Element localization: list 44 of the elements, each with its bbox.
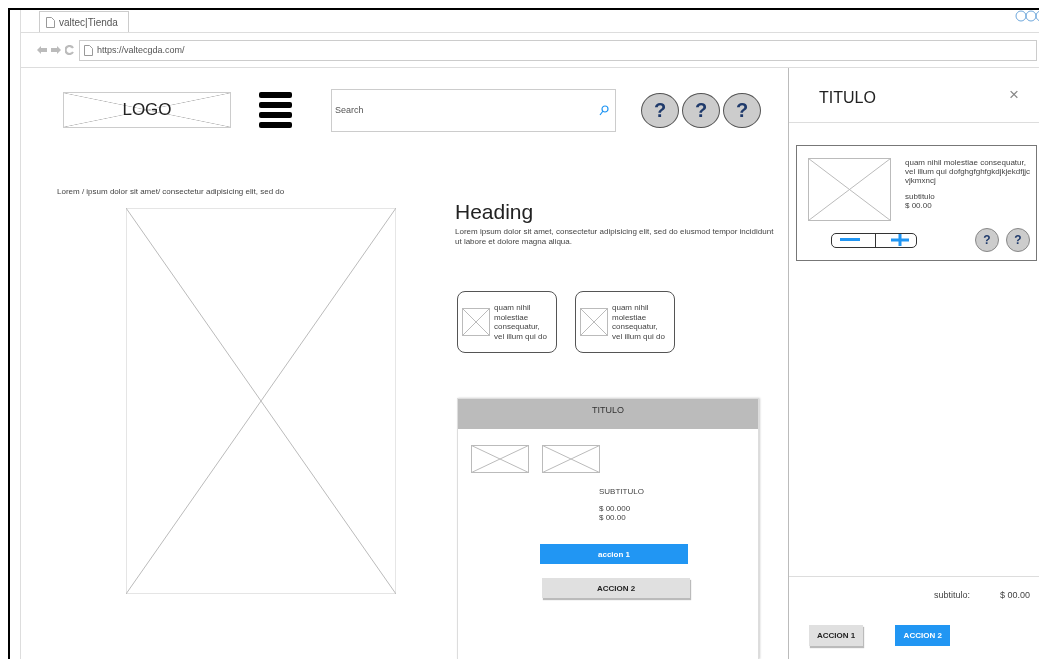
menu-icon[interactable] [259, 91, 292, 129]
intro-text: Lorem / ipsum dolor sit amet/ consectetur adipisicing elit, sed do [57, 187, 286, 196]
address-field[interactable]: https://valtecgda.com/ [79, 39, 1037, 61]
plus-icon[interactable] [890, 234, 909, 246]
help-button[interactable]: ? [1006, 228, 1030, 252]
action-button[interactable]: ACCION 2 [542, 578, 690, 599]
card-text: quam nihil molestiae consequatur, vel illum qui do [494, 303, 548, 342]
item-subtitle: subtitulo [905, 191, 936, 201]
search-field[interactable]: Search [331, 88, 616, 132]
image-placeholder [471, 445, 529, 474]
mini-card[interactable]: quam nihil molestiae consequatur, vel illum qui do [457, 291, 557, 354]
browser-tab[interactable]: valtec|Tienda [39, 11, 129, 32]
window-controls-icon[interactable] [1015, 10, 1039, 22]
drawer-title: TITULO [819, 89, 876, 107]
total-value: $ 00.00 [999, 590, 1030, 600]
image-placeholder [462, 308, 490, 337]
total-label: subtitulo: [933, 590, 970, 600]
item-price: $ 00.00 [905, 200, 933, 210]
paragraph: Lorem ipsum dolor sit amet, consectetur adipisicing elit, sed do eiusmod tempor incididunt ut labore et dolore magna aliqua. [455, 227, 775, 247]
image-placeholder [542, 445, 600, 474]
panel-title: TITULO [592, 405, 624, 418]
close-button[interactable]: × [1009, 85, 1019, 105]
price: $ 00.00 [599, 513, 627, 523]
image-placeholder [580, 308, 608, 337]
search-icon[interactable] [599, 104, 609, 116]
card-text: quam nihil molestiae consequatur, vel illum qui do [612, 303, 666, 342]
minus-icon[interactable] [839, 238, 860, 242]
logo: LOGO [63, 92, 231, 128]
help-button[interactable]: ? [723, 92, 761, 128]
item-description: quam nihil molestiae consequatur, vel illum qui dofghgfghfgkdjkjekdfjjcvjkmxncj [905, 158, 1030, 186]
reload-icon[interactable] [65, 45, 75, 55]
price: $ 00.000 [599, 504, 632, 514]
action-button[interactable]: ACCION 1 [809, 625, 864, 646]
page-icon [46, 16, 55, 28]
back-icon[interactable] [37, 46, 47, 54]
heading: Heading [455, 200, 535, 224]
help-button[interactable]: ? [641, 92, 679, 128]
panel-subtitle: SUBTITULO [599, 487, 645, 497]
mini-card[interactable]: quam nihil molestiae consequatur, vel illum qui do [575, 291, 675, 354]
help-button[interactable]: ? [682, 92, 720, 128]
forward-icon[interactable] [51, 46, 61, 54]
help-button[interactable]: ? [975, 228, 999, 252]
quantity-stepper[interactable] [831, 232, 917, 248]
page-icon [84, 44, 93, 56]
